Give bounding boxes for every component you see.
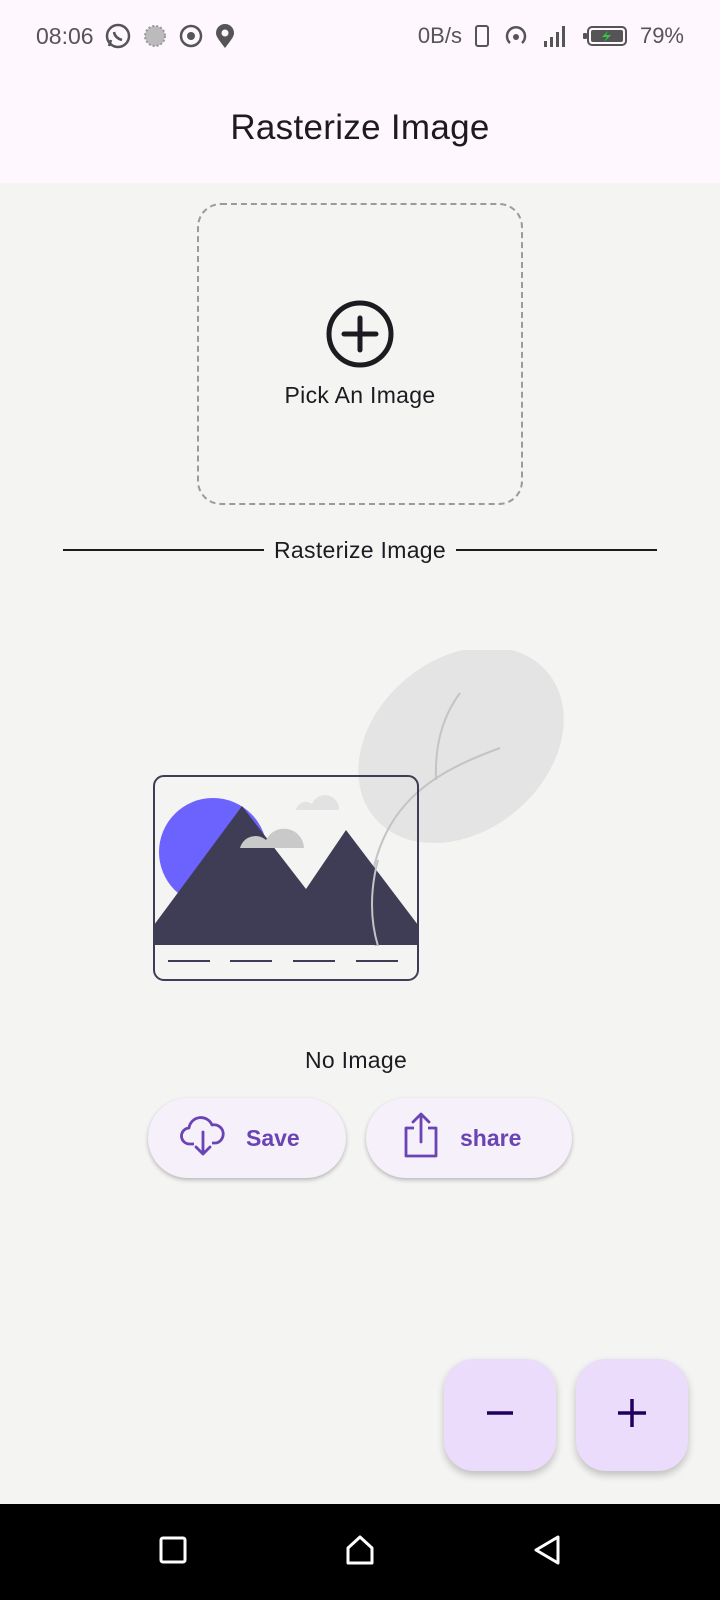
divider-line-left: [63, 549, 265, 551]
pick-image-area[interactable]: Pick An Image: [197, 203, 523, 505]
home-icon: [344, 1534, 376, 1571]
minus-icon: [484, 1397, 516, 1434]
add-circle-icon: [325, 299, 395, 374]
section-divider-label: Rasterize Image: [274, 536, 446, 563]
share-icon: [402, 1112, 440, 1164]
no-image-label: No Image: [304, 1047, 408, 1073]
battery-charging-icon: [582, 24, 628, 48]
phone-frame-icon: [474, 24, 490, 48]
signal-icon: [542, 23, 570, 49]
app-bar: Rasterize Image: [0, 72, 720, 183]
zoom-out-button[interactable]: [444, 1359, 556, 1471]
save-button-label: Save: [246, 1124, 300, 1151]
image-placeholder-illustration: [130, 646, 590, 990]
system-nav-bar: [0, 1504, 720, 1600]
record-icon: [178, 23, 204, 49]
spinner-icon: [142, 23, 168, 49]
home-button[interactable]: [330, 1522, 390, 1582]
recent-apps-icon: [158, 1535, 188, 1570]
status-left: 08:06: [36, 22, 236, 50]
status-time: 08:06: [36, 22, 94, 49]
section-divider: Rasterize Image: [63, 533, 657, 567]
net-speed: 0B/s: [417, 23, 462, 48]
zoom-in-button[interactable]: [576, 1359, 688, 1471]
location-icon: [214, 23, 236, 49]
back-icon: [532, 1534, 562, 1571]
plus-icon: [616, 1397, 648, 1434]
status-bar: 08:06 0B/s 79%: [0, 0, 720, 72]
share-button-label: share: [460, 1124, 522, 1151]
back-button[interactable]: [517, 1522, 577, 1582]
page-title: Rasterize Image: [230, 107, 490, 147]
battery-percent: 79%: [639, 23, 684, 48]
pick-image-label: Pick An Image: [284, 382, 436, 408]
whatsapp-icon: [104, 22, 132, 50]
cloud-download-icon: [180, 1114, 226, 1162]
divider-line-right: [455, 549, 657, 551]
save-button[interactable]: Save: [148, 1098, 346, 1178]
hotspot-icon: [502, 22, 530, 50]
status-right: 0B/s 79%: [418, 22, 684, 50]
share-button[interactable]: share: [366, 1098, 572, 1178]
recent-apps-button[interactable]: [143, 1522, 203, 1582]
